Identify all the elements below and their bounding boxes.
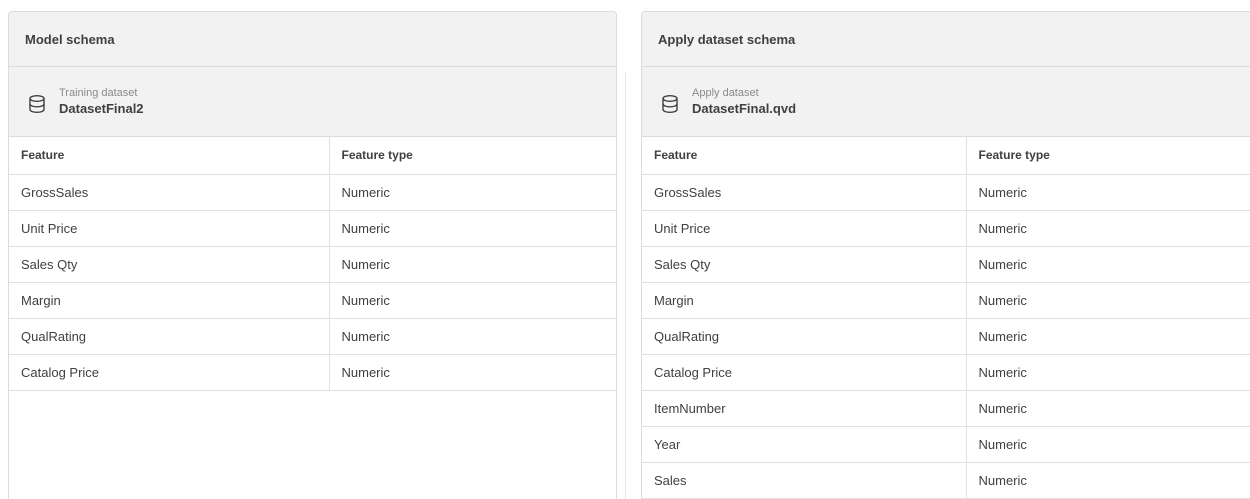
table-row: Catalog Price Numeric	[642, 354, 1250, 391]
database-icon	[662, 94, 678, 113]
feature-cell: GrossSales	[642, 174, 967, 211]
feature-type-cell: Numeric	[329, 210, 616, 247]
table-row: Unit Price Numeric	[9, 210, 616, 247]
feature-type-cell: Numeric	[966, 246, 1250, 283]
table-row: Margin Numeric	[9, 282, 616, 319]
training-dataset-caption: Training dataset	[59, 87, 138, 99]
apply-dataset-caption: Apply dataset	[692, 87, 759, 99]
table-row: Unit Price Numeric	[642, 210, 1250, 247]
feature-type-cell: Numeric	[966, 462, 1250, 499]
table-row: Year Numeric	[642, 426, 1250, 463]
database-icon	[29, 94, 45, 113]
table-row: GrossSales Numeric	[9, 174, 616, 211]
model-schema-title: Model schema	[9, 12, 616, 67]
panel-divider	[625, 72, 626, 499]
feature-type-cell: Numeric	[966, 174, 1250, 211]
feature-cell: Unit Price	[9, 210, 330, 247]
apply-dataset-schema-title: Apply dataset schema	[642, 12, 1250, 67]
feature-type-cell: Numeric	[966, 282, 1250, 319]
table-row: ItemNumber Numeric	[642, 390, 1250, 427]
feature-type-column-header: Feature type	[966, 137, 1250, 175]
feature-cell: Margin	[642, 282, 967, 319]
feature-cell: Unit Price	[642, 210, 967, 247]
feature-type-cell: Numeric	[329, 354, 616, 391]
feature-type-column-header: Feature type	[329, 137, 616, 175]
table-row: Sales Qty Numeric	[642, 246, 1250, 283]
table-row: Catalog Price Numeric	[9, 354, 616, 391]
table-header-row: Feature Feature type	[9, 137, 616, 175]
feature-type-cell: Numeric	[329, 318, 616, 355]
model-schema-table: Feature Feature type GrossSales Numeric U…	[9, 137, 616, 391]
feature-cell: GrossSales	[9, 174, 330, 211]
apply-dataset-info: Apply dataset DatasetFinal.qvd	[642, 67, 1250, 137]
feature-type-cell: Numeric	[966, 390, 1250, 427]
feature-column-header: Feature	[9, 137, 330, 175]
training-dataset-name: DatasetFinal2	[59, 101, 144, 116]
feature-type-cell: Numeric	[329, 174, 616, 211]
feature-type-cell: Numeric	[329, 282, 616, 319]
apply-schema-table: Feature Feature type GrossSales Numeric U…	[642, 137, 1250, 499]
table-row: Sales Qty Numeric	[9, 246, 616, 283]
feature-cell: Sales Qty	[9, 246, 330, 283]
training-dataset-info: Training dataset DatasetFinal2	[9, 67, 616, 137]
table-header-row: Feature Feature type	[642, 137, 1250, 175]
feature-cell: Catalog Price	[642, 354, 967, 391]
feature-cell: Year	[642, 426, 967, 463]
feature-type-cell: Numeric	[329, 246, 616, 283]
feature-type-cell: Numeric	[966, 354, 1250, 391]
apply-dataset-schema-panel: Apply dataset schema Apply dataset Datas…	[641, 11, 1250, 499]
table-row: Margin Numeric	[642, 282, 1250, 319]
table-row: GrossSales Numeric	[642, 174, 1250, 211]
feature-cell: Catalog Price	[9, 354, 330, 391]
feature-cell: Margin	[9, 282, 330, 319]
feature-type-cell: Numeric	[966, 426, 1250, 463]
table-row: QualRating Numeric	[642, 318, 1250, 355]
feature-type-cell: Numeric	[966, 210, 1250, 247]
feature-cell: Sales	[642, 462, 967, 499]
feature-column-header: Feature	[642, 137, 967, 175]
feature-cell: QualRating	[642, 318, 967, 355]
feature-cell: Sales Qty	[642, 246, 967, 283]
model-schema-panel: Model schema Training dataset DatasetFin…	[8, 11, 617, 499]
table-row: QualRating Numeric	[9, 318, 616, 355]
apply-dataset-name: DatasetFinal.qvd	[692, 101, 797, 116]
feature-cell: ItemNumber	[642, 390, 967, 427]
feature-cell: QualRating	[9, 318, 330, 355]
feature-type-cell: Numeric	[966, 318, 1250, 355]
table-row: Sales Numeric	[642, 462, 1250, 499]
